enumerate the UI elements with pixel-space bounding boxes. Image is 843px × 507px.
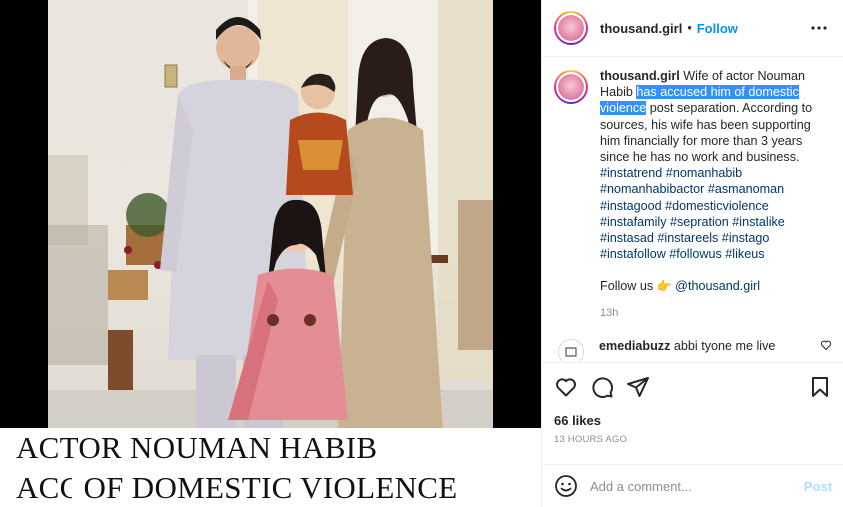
- pointing-hand-icon: 👉: [656, 279, 672, 294]
- caption-follow-us: Follow us 👉 @thousand.girl: [600, 278, 832, 294]
- author-avatar-image: [558, 15, 584, 41]
- follow-us-text: Follow us: [600, 279, 654, 294]
- bookmark-icon[interactable]: [808, 375, 832, 399]
- overlay-caption-line2-text: OF DOMESTIC VIOLENCE: [71, 468, 470, 507]
- likes-count[interactable]: 66 likes: [554, 413, 832, 428]
- emoji-icon[interactable]: [554, 474, 578, 498]
- comment-text-block: emediabuzz abbi tyone me live: [599, 339, 775, 353]
- follow-button[interactable]: Follow: [697, 21, 738, 36]
- heart-icon[interactable]: [554, 375, 578, 399]
- commenter-username[interactable]: emediabuzz: [599, 339, 670, 353]
- caption-row: thousand.girl Wife of actor Nouman Habib…: [554, 68, 832, 321]
- caption-author-avatar-image: [558, 74, 584, 100]
- post-media[interactable]: ACTOR NOUMAN HABIB ACCUSED OF DOMESTIC V…: [0, 0, 541, 507]
- caption-body: thousand.girl Wife of actor Nouman Habib…: [600, 68, 832, 321]
- instagram-post: ACTOR NOUMAN HABIB ACCUSED OF DOMESTIC V…: [0, 0, 843, 507]
- header-separator: •: [687, 21, 692, 35]
- add-comment-bar: Post: [542, 464, 843, 507]
- author-username[interactable]: thousand.girl: [600, 21, 682, 36]
- posted-time: 13 HOURS AGO: [554, 434, 628, 445]
- caption-hashtags[interactable]: #instatrend #nomanhabib #nomanhabibactor…: [600, 165, 832, 262]
- post-comment-button[interactable]: Post: [804, 479, 832, 494]
- post-actions: 66 likes 13 HOURS AGO: [542, 362, 843, 445]
- author-avatar[interactable]: [554, 11, 588, 45]
- comments-section[interactable]: thousand.girl Wife of actor Nouman Habib…: [542, 58, 843, 361]
- more-horizontal-icon[interactable]: [807, 16, 831, 40]
- commenter-avatar[interactable]: [558, 338, 584, 361]
- comment-input[interactable]: [590, 478, 790, 494]
- comment-like-heart-icon[interactable]: [820, 339, 832, 351]
- comment-item: emediabuzz abbi tyone me live: [554, 338, 832, 361]
- post-side-panel: thousand.girl • Follow thousand.girl Wif…: [541, 0, 843, 507]
- author-avatar-inner: [556, 13, 586, 43]
- caption-timestamp: 13h: [600, 306, 619, 319]
- caption-username[interactable]: thousand.girl: [600, 69, 680, 83]
- caption-author-avatar[interactable]: [554, 70, 588, 104]
- comment-icon[interactable]: [590, 375, 614, 399]
- overlay-caption-line2: OF DOMESTIC VIOLENCE: [0, 468, 541, 507]
- caption-author-avatar-inner: [556, 72, 586, 102]
- mention-link[interactable]: @thousand.girl: [675, 279, 760, 293]
- comment-text: abbi tyone me live: [673, 338, 776, 353]
- share-icon[interactable]: [626, 375, 650, 399]
- action-icons: [554, 373, 832, 401]
- post-header: thousand.girl • Follow: [542, 0, 843, 57]
